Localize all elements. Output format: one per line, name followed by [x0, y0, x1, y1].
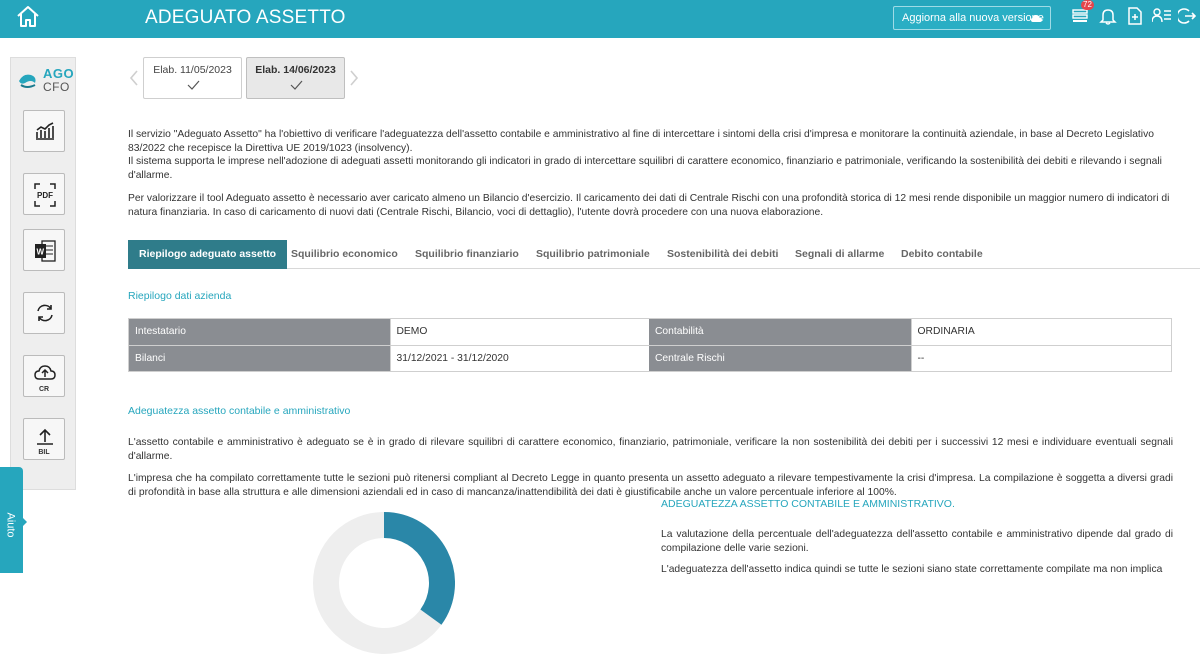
- adequacy-right-paragraph-1: La valutazione della percentuale dell'ad…: [661, 529, 1173, 554]
- check-icon: [290, 80, 303, 90]
- logo-text-ago: AGO: [43, 66, 75, 81]
- intro-text: Il servizio "Adeguato Assetto" ha l'obie…: [128, 128, 1173, 228]
- check-icon: [187, 80, 200, 90]
- word-export-button[interactable]: W: [23, 229, 65, 271]
- tab-squilibrio-economico[interactable]: Squilibrio economico: [291, 240, 398, 269]
- intro-p1b: Il sistema supporta le imprese nell'adoz…: [128, 156, 1162, 181]
- upload-cr-button[interactable]: CR: [23, 355, 65, 397]
- adequacy-paragraph-2: L'impresa che ha compilato correttamente…: [128, 473, 1173, 498]
- donut-fill-arc: [383, 512, 455, 625]
- document-icon[interactable]: [1127, 7, 1145, 25]
- table-row: Intestatario DEMO Contabilità ORDINARIA: [129, 319, 1171, 345]
- pdf-export-button[interactable]: PDF: [23, 173, 65, 215]
- svg-text:PDF: PDF: [37, 191, 53, 200]
- table-cell: 31/12/2021 - 31/12/2020: [389, 346, 649, 371]
- upload-icon: [37, 428, 53, 445]
- home-icon[interactable]: [15, 4, 41, 30]
- adequacy-text: L'assetto contabile e amministrativo è a…: [128, 436, 1173, 508]
- adequacy-section-title: Adeguatezza assetto contabile e amminist…: [128, 405, 351, 417]
- pdf-icon: PDF: [34, 183, 56, 207]
- refresh-button[interactable]: [23, 292, 65, 334]
- table-cell: DEMO: [389, 319, 649, 345]
- chevron-left-icon[interactable]: [129, 70, 139, 86]
- table-header-cell: Intestatario: [129, 319, 390, 345]
- help-tab-label: Aiuto: [4, 512, 17, 538]
- tab-sostenibilita-debiti[interactable]: Sostenibilità dei debiti: [667, 240, 778, 269]
- sidebar: AGO CFO PDF W CR BIL: [10, 57, 76, 490]
- tab-squilibrio-finanziario[interactable]: Squilibrio finanziario: [415, 240, 519, 269]
- logout-icon[interactable]: [1176, 7, 1197, 25]
- adequacy-donut-chart: [313, 512, 455, 654]
- upload-bil-label: BIL: [38, 449, 50, 456]
- intro-p1: Il servizio "Adeguato Assetto" ha l'obie…: [128, 129, 1154, 154]
- logo: AGO CFO: [17, 66, 75, 94]
- tab-debito-contabile[interactable]: Debito contabile: [901, 240, 983, 269]
- intro-paragraph: Il servizio "Adeguato Assetto" ha l'obie…: [128, 128, 1173, 182]
- chevron-right-icon[interactable]: [349, 70, 359, 86]
- svg-text:W: W: [37, 248, 45, 257]
- elaboration-card[interactable]: Elab. 11/05/2023: [143, 57, 242, 99]
- intro-paragraph-2: Per valorizzare il tool Adeguato assetto…: [128, 193, 1170, 218]
- tab-riepilogo[interactable]: Riepilogo adeguato assetto: [128, 240, 288, 269]
- adequacy-paragraph-1: L'assetto contabile e amministrativo è a…: [128, 437, 1173, 462]
- upload-cr-label: CR: [38, 386, 50, 393]
- notification-badge: 72: [1081, 0, 1094, 10]
- page-title: ADEGUATO ASSETTO: [145, 7, 346, 28]
- elaboration-date: Elab. 14/06/2023: [255, 64, 336, 76]
- word-icon: W: [35, 240, 56, 262]
- update-version-button[interactable]: Aggiorna alla nuova versione: [893, 6, 1051, 30]
- help-tab[interactable]: Aiuto: [0, 467, 27, 573]
- upload-bil-button[interactable]: BIL: [23, 418, 65, 460]
- table-header-cell: Contabilità: [649, 319, 911, 345]
- table-cell: ORDINARIA: [910, 319, 1171, 345]
- cloud-upload-icon: [34, 365, 56, 380]
- chart-button[interactable]: [23, 110, 65, 152]
- refresh-icon: [37, 304, 53, 322]
- chart-icon: [36, 122, 54, 140]
- elaboration-date: Elab. 11/05/2023: [153, 64, 232, 76]
- update-version-label: Aggiorna alla nuova versione: [902, 12, 1044, 24]
- tab-bar: Riepilogo adeguato assetto Squilibrio ec…: [128, 240, 1200, 269]
- cloud-icon: [1031, 15, 1042, 22]
- table-row: Bilanci 31/12/2021 - 31/12/2020 Centrale…: [129, 345, 1171, 371]
- elaboration-card-active[interactable]: Elab. 14/06/2023: [246, 57, 345, 99]
- bell-icon[interactable]: [1099, 7, 1117, 25]
- logo-text-cfo: CFO: [43, 80, 70, 94]
- company-section-title: Riepilogo dati azienda: [128, 290, 232, 302]
- table-header-cell: Centrale Rischi: [649, 346, 911, 371]
- adequacy-right-paragraph-2: L'adeguatezza dell'assetto indica quindi…: [661, 564, 1163, 575]
- tab-segnali-allarme[interactable]: Segnali di allarme: [795, 240, 884, 269]
- adequacy-right-title: ADEGUATEZZA ASSETTO CONTABILE E AMMINIST…: [661, 498, 955, 510]
- table-header-cell: Bilanci: [129, 346, 390, 371]
- user-list-icon[interactable]: [1151, 7, 1171, 25]
- top-bar: ADEGUATO ASSETTO Aggiorna alla nuova ver…: [0, 0, 1200, 38]
- table-cell: --: [910, 346, 1171, 371]
- help-tab-arrow-icon: [22, 517, 27, 527]
- company-table: Intestatario DEMO Contabilità ORDINARIA …: [128, 318, 1172, 372]
- tab-squilibrio-patrimoniale[interactable]: Squilibrio patrimoniale: [536, 240, 650, 269]
- adequacy-right-text: La valutazione della percentuale dell'ad…: [661, 528, 1173, 584]
- logo-swirl-icon: [19, 74, 36, 88]
